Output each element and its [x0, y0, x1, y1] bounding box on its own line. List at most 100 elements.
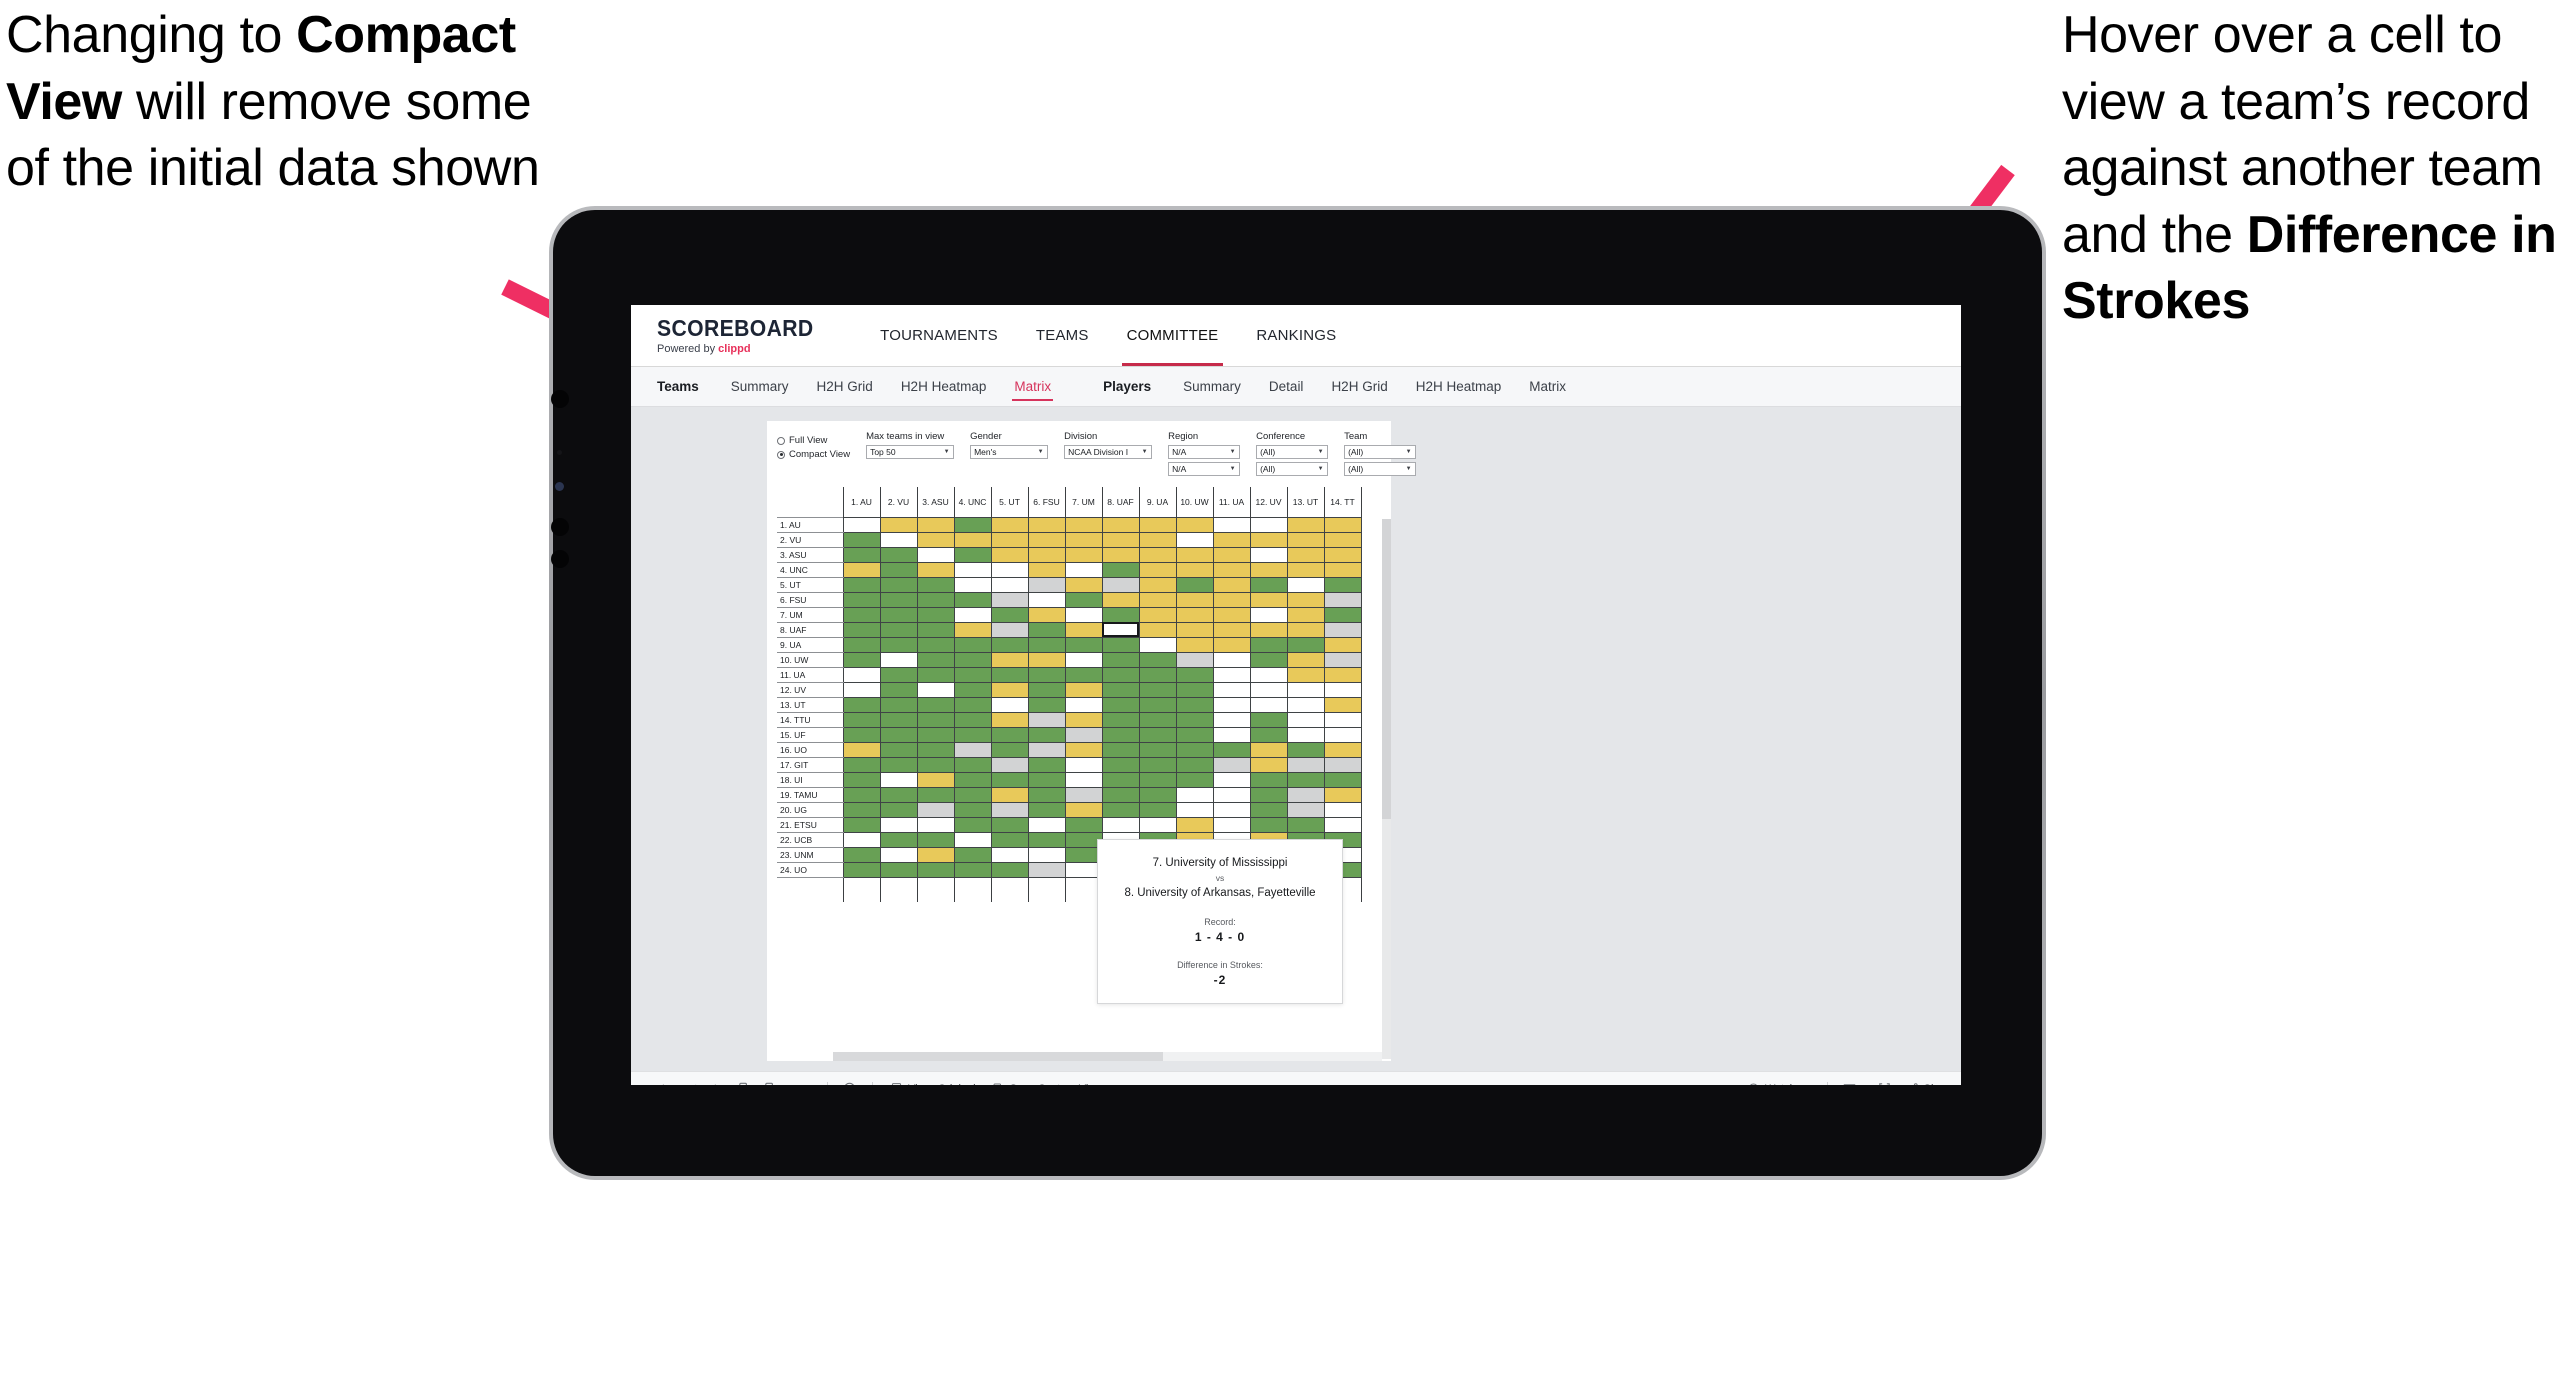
filter-conference-select-2[interactable]: (All) ▼ [1256, 462, 1329, 476]
matrix-cell[interactable] [916, 741, 955, 758]
matrix-cell[interactable] [1138, 771, 1177, 788]
radio-full-view[interactable]: Full View [777, 435, 850, 446]
matrix-cell[interactable] [1138, 651, 1177, 668]
matrix-cell[interactable] [1175, 756, 1214, 773]
matrix-cell[interactable] [1175, 801, 1214, 818]
matrix-cell[interactable] [1101, 681, 1140, 698]
matrix-cell[interactable] [1064, 546, 1103, 563]
matrix-cell[interactable] [916, 561, 955, 578]
matrix-cell[interactable] [1064, 801, 1103, 818]
matrix-cell[interactable] [1212, 561, 1251, 578]
matrix-cell[interactable] [990, 531, 1029, 548]
matrix-cell[interactable] [1064, 621, 1103, 638]
matrix-cell[interactable] [990, 756, 1029, 773]
matrix-cell[interactable] [1064, 591, 1103, 608]
matrix-cell[interactable] [1286, 681, 1325, 698]
matrix-cell[interactable] [990, 816, 1029, 833]
save-custom-view-button[interactable]: Save Custom View [984, 1082, 1111, 1085]
matrix-cell[interactable] [916, 711, 955, 728]
horizontal-scrollbar[interactable] [833, 1052, 1382, 1061]
matrix-cell[interactable] [1064, 756, 1103, 773]
matrix-cell[interactable] [990, 861, 1029, 878]
matrix-cell[interactable] [1138, 696, 1177, 713]
matrix-cell[interactable] [1286, 696, 1325, 713]
matrix-cell[interactable] [1027, 741, 1066, 758]
matrix-cell[interactable] [1175, 636, 1214, 653]
matrix-cell[interactable] [953, 546, 992, 563]
matrix-cell[interactable] [1212, 546, 1251, 563]
matrix-cell[interactable] [1101, 516, 1140, 533]
filter-region-select-2[interactable]: N/A ▼ [1168, 462, 1241, 476]
matrix-cell[interactable] [990, 576, 1029, 593]
matrix-cell[interactable] [1101, 816, 1140, 833]
matrix-cell[interactable] [1286, 576, 1325, 593]
matrix-cell[interactable] [879, 801, 918, 818]
matrix-cell[interactable] [1027, 771, 1066, 788]
matrix-cell[interactable] [1212, 681, 1251, 698]
subtab-teams-h2h-grid[interactable]: H2H Grid [803, 367, 887, 407]
matrix-cell[interactable] [1249, 531, 1288, 548]
matrix-cell[interactable] [1101, 531, 1140, 548]
brand-logo[interactable]: SCOREBOARD Powered by clippd [657, 305, 861, 366]
matrix-cell[interactable] [1323, 771, 1362, 788]
matrix-cell[interactable] [1286, 531, 1325, 548]
matrix-cell[interactable] [1175, 696, 1214, 713]
matrix-cell[interactable] [953, 636, 992, 653]
volume-button-up[interactable] [551, 390, 569, 408]
matrix-cell[interactable] [1249, 756, 1288, 773]
matrix-cell[interactable] [879, 741, 918, 758]
matrix-cell[interactable] [1064, 606, 1103, 623]
matrix-cell[interactable] [1101, 741, 1140, 758]
matrix-cell[interactable] [1027, 831, 1066, 848]
matrix-cell[interactable] [953, 591, 992, 608]
matrix-cell[interactable] [953, 621, 992, 638]
matrix-cell[interactable] [1064, 681, 1103, 698]
matrix-cell[interactable] [1323, 726, 1362, 743]
matrix-cell[interactable] [879, 681, 918, 698]
matrix-cell[interactable] [1249, 726, 1288, 743]
matrix-cell[interactable] [1064, 696, 1103, 713]
matrix-cell[interactable] [879, 531, 918, 548]
matrix-cell[interactable] [842, 786, 881, 803]
subtab-players-h2h-grid[interactable]: H2H Grid [1317, 367, 1401, 407]
matrix-cell[interactable] [879, 666, 918, 683]
matrix-cell[interactable] [1027, 711, 1066, 728]
matrix-cell[interactable] [1323, 546, 1362, 563]
matrix-cell[interactable] [1027, 651, 1066, 668]
matrix-cell[interactable] [1175, 591, 1214, 608]
matrix-cell[interactable] [990, 771, 1029, 788]
matrix-cell[interactable] [953, 561, 992, 578]
matrix-cell[interactable] [1101, 726, 1140, 743]
matrix-cell[interactable] [953, 606, 992, 623]
matrix-cell[interactable] [1064, 741, 1103, 758]
matrix-cell[interactable] [842, 636, 881, 653]
matrix-cell[interactable] [1249, 591, 1288, 608]
matrix-cell[interactable] [953, 711, 992, 728]
horizontal-scrollbar-thumb[interactable] [833, 1052, 1163, 1061]
matrix-cell[interactable] [1027, 801, 1066, 818]
matrix-cell[interactable] [1249, 621, 1288, 638]
matrix-cell[interactable] [1249, 801, 1288, 818]
matrix-cell[interactable] [1249, 636, 1288, 653]
matrix-cell[interactable] [1286, 651, 1325, 668]
matrix-cell[interactable] [1249, 741, 1288, 758]
matrix-cell[interactable] [842, 711, 881, 728]
matrix-cell[interactable] [1027, 546, 1066, 563]
view-original-button[interactable]: View: Original [882, 1082, 984, 1085]
matrix-cell[interactable] [953, 816, 992, 833]
matrix-cell[interactable] [1286, 786, 1325, 803]
matrix-cell[interactable] [842, 516, 881, 533]
matrix-cell[interactable] [916, 636, 955, 653]
matrix-cell[interactable] [879, 756, 918, 773]
matrix-cell[interactable] [1138, 576, 1177, 593]
matrix-cell[interactable] [1323, 636, 1362, 653]
matrix-cell[interactable] [953, 666, 992, 683]
vertical-scrollbar-thumb[interactable] [1382, 519, 1391, 819]
matrix-cell[interactable] [842, 561, 881, 578]
matrix-cell[interactable] [879, 831, 918, 848]
matrix-cell[interactable] [1175, 546, 1214, 563]
matrix-cell[interactable] [1175, 516, 1214, 533]
matrix-cell[interactable] [879, 516, 918, 533]
matrix-cell[interactable] [1027, 696, 1066, 713]
matrix-cell[interactable] [1138, 606, 1177, 623]
